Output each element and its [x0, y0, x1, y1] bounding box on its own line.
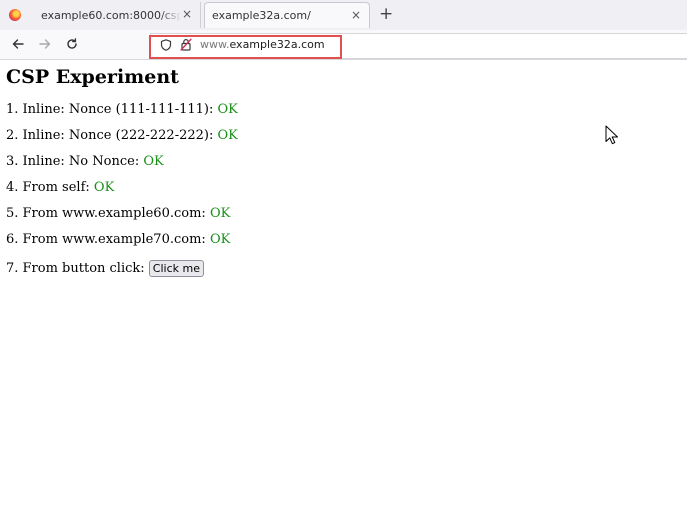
test-row: 5. From www.example60.com: OK [6, 206, 230, 222]
test-row: 7. From button click: Click me [6, 260, 204, 277]
reload-button[interactable] [65, 37, 79, 51]
status-ok: OK [217, 102, 238, 117]
tab-close-icon[interactable]: × [351, 8, 361, 22]
page-content: CSP Experiment 1. Inline: Nonce (111-111… [6, 64, 687, 277]
forward-button[interactable] [38, 37, 52, 51]
status-ok: OK [209, 206, 231, 221]
test-label: 7. From button click: [6, 261, 149, 276]
tab-close-icon[interactable]: × [182, 7, 192, 21]
status-ok: OK [217, 128, 238, 143]
arrow-right-icon [39, 39, 51, 49]
test-label: 5. From www.example60.com: [6, 206, 210, 221]
new-tab-button[interactable]: + [379, 5, 393, 23]
tab-strip: example60.com:8000/cspte × example32a.co… [0, 0, 687, 30]
tab-title: example32a.com/ [212, 9, 311, 22]
back-button[interactable] [11, 37, 25, 51]
status-ok: OK [143, 154, 164, 169]
test-label: 3. Inline: No Nonce: [6, 154, 144, 169]
tab-example32a[interactable]: example32a.com/ × [204, 2, 370, 28]
mouse-cursor-icon [605, 125, 618, 145]
tab-example60[interactable]: example60.com:8000/cspte × [31, 2, 201, 28]
test-row: 1. Inline: Nonce (111-111-111): OK [6, 102, 238, 118]
status-ok: OK [93, 180, 115, 195]
test-row: 4. From self: OK [6, 180, 114, 196]
test-label: 4. From self: [6, 180, 94, 195]
test-row: 3. Inline: No Nonce: OK [6, 154, 164, 170]
firefox-icon[interactable] [9, 9, 21, 21]
tab-title: example60.com:8000/cspte [41, 8, 181, 22]
reload-icon [67, 38, 77, 49]
test-row: 6. From www.example70.com: OK [6, 232, 230, 248]
status-ok: OK [209, 232, 231, 247]
page-title: CSP Experiment [6, 66, 179, 88]
test-label: 6. From www.example70.com: [6, 232, 210, 247]
arrow-left-icon [12, 39, 24, 49]
test-label: 1. Inline: Nonce (111-111-111): [6, 102, 218, 117]
test-label: 2. Inline: Nonce (222-222-222): [6, 128, 218, 143]
annotation-highlight-box [149, 35, 342, 59]
click-me-button[interactable]: Click me [148, 260, 204, 277]
test-row: 2. Inline: Nonce (222-222-222): OK [6, 128, 238, 144]
